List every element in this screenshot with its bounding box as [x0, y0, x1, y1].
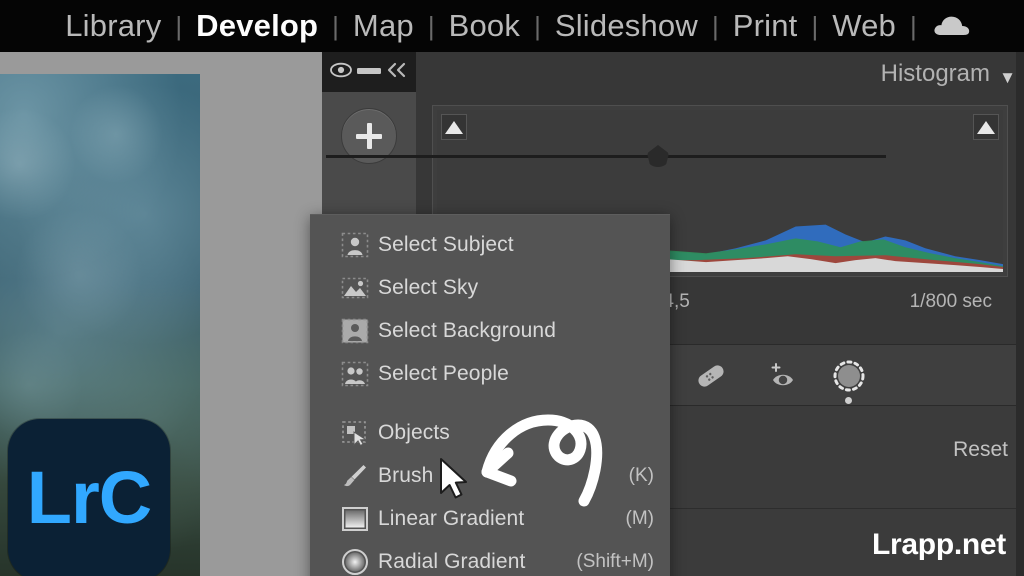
chevron-down-icon[interactable]: ▼: [999, 68, 1016, 88]
mask-panel-header: [322, 52, 416, 92]
reset-button[interactable]: Reset: [953, 438, 1008, 462]
select-subject-icon: [332, 230, 378, 260]
module-slideshow[interactable]: Slideshow: [542, 8, 711, 44]
menu-item-select-subject[interactable]: Select Subject: [310, 223, 670, 266]
workspace: LrC Histogram ▼ 4,5 1/800 sec Reset Sele…: [0, 52, 1024, 576]
linear-gradient-icon: [332, 504, 378, 534]
module-print[interactable]: Print: [720, 8, 811, 44]
menu-item-label: Select Sky: [378, 275, 479, 299]
masking-tool[interactable]: [829, 359, 869, 393]
menu-item-label: Radial Gradient: [378, 549, 526, 573]
menu-item-label: Linear Gradient: [378, 506, 525, 530]
module-separator: |: [332, 10, 339, 41]
menu-item-shortcut: (K): [628, 464, 654, 486]
menu-item-label: Select Subject: [378, 232, 514, 256]
menu-item-brush[interactable]: Brush (K): [310, 454, 670, 497]
healing-brush-tool[interactable]: [691, 359, 731, 393]
module-develop[interactable]: Develop: [183, 8, 331, 44]
module-separator: |: [711, 10, 719, 41]
slider-track[interactable]: [326, 155, 886, 158]
menu-item-label: Brush: [378, 463, 434, 487]
highlight-clipping-indicator[interactable]: [973, 114, 999, 140]
module-separator: |: [427, 10, 435, 41]
menu-item-label: Select People: [378, 361, 509, 385]
shadow-clipping-indicator[interactable]: [441, 114, 467, 140]
cloud-icon[interactable]: [918, 13, 972, 39]
module-picker-bar: Library | Develop | Map | Book | Slidesh…: [0, 0, 1024, 52]
module-separator: |: [175, 10, 183, 41]
select-people-icon: [332, 359, 378, 389]
module-web[interactable]: Web: [819, 8, 909, 44]
panel-title-histogram: Histogram: [880, 60, 990, 87]
menu-item-objects[interactable]: Objects: [310, 411, 670, 454]
menu-item-linear-gradient[interactable]: Linear Gradient (M): [310, 497, 670, 540]
objects-icon: [332, 418, 378, 448]
image-canvas: LrC: [0, 52, 322, 576]
module-separator: |: [811, 10, 819, 41]
menu-item-select-background[interactable]: Select Background: [310, 309, 670, 352]
menu-item-shortcut: (M): [625, 507, 654, 529]
menu-item-label: Select Background: [378, 318, 556, 342]
exif-shutter-speed: 1/800 sec: [909, 291, 992, 312]
eye-icon[interactable]: [330, 62, 352, 83]
add-new-mask-menu: Select Subject Select Sky Select Backgro…: [310, 214, 670, 576]
brush-icon: [332, 461, 378, 491]
red-eye-tool[interactable]: [764, 359, 804, 393]
watermark: Lrapp.net: [872, 528, 1006, 561]
lightroom-classic-app-icon: LrC: [8, 419, 170, 576]
lrc-badge-label: LrC: [26, 456, 152, 539]
select-sky-icon: [332, 273, 378, 303]
module-separator: |: [910, 10, 917, 41]
double-chevron-left-icon[interactable]: [386, 62, 408, 83]
radial-gradient-icon: [332, 547, 378, 576]
active-tool-indicator: [845, 397, 852, 404]
menu-item-select-people[interactable]: Select People: [310, 352, 670, 395]
select-background-icon: [332, 316, 378, 346]
module-map[interactable]: Map: [340, 8, 427, 44]
menu-item-shortcut: (Shift+M): [576, 550, 654, 572]
module-separator: |: [534, 10, 541, 41]
module-book[interactable]: Book: [436, 8, 533, 44]
menu-item-select-sky[interactable]: Select Sky: [310, 266, 670, 309]
panel-edge: [1016, 52, 1024, 576]
dash-icon[interactable]: [356, 63, 382, 81]
menu-item-radial-gradient[interactable]: Radial Gradient (Shift+M): [310, 540, 670, 576]
menu-item-label: Objects: [378, 420, 450, 444]
module-library[interactable]: Library: [52, 8, 174, 44]
